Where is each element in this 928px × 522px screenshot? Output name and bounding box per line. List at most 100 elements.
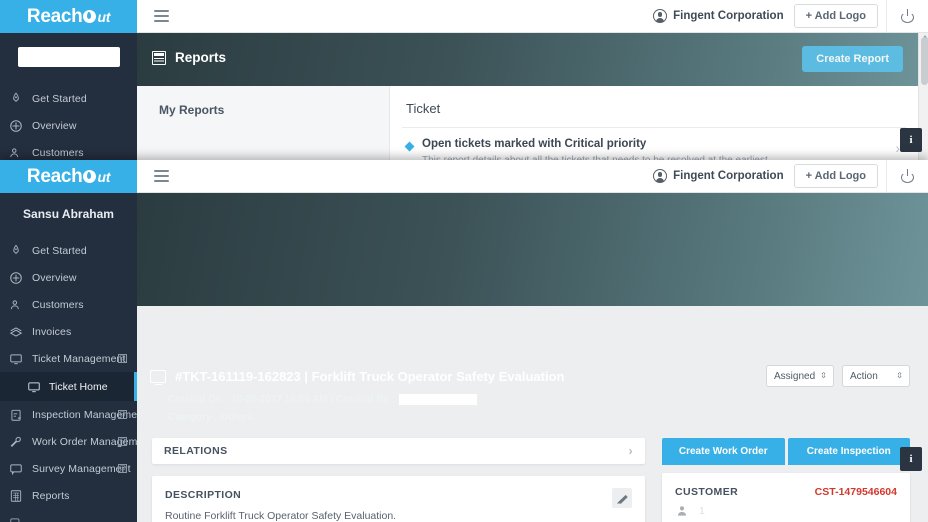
corporation-label[interactable]: Fingent Corporation xyxy=(653,169,784,183)
scrollbar-thumb[interactable] xyxy=(921,37,928,85)
reports-icon xyxy=(10,489,22,502)
relations-bar[interactable]: RELATIONS › xyxy=(152,438,645,464)
description-card: DESCRIPTION Routine Forklift Truck Opera… xyxy=(152,476,645,522)
sidebar-item-label: Reports xyxy=(32,489,70,502)
info-tab-win1[interactable]: i xyxy=(900,128,922,152)
app-screen: Reach ut Fingent Corporation + Add Logo G… xyxy=(0,0,928,522)
brand-logo-win1[interactable]: Reach ut xyxy=(0,0,137,33)
logout-button[interactable] xyxy=(886,0,928,33)
report-title: Open tickets marked with Critical priori… xyxy=(422,138,647,150)
sidebar-item-customers[interactable]: Customers xyxy=(0,291,137,318)
sidebar-item-label: Invoices xyxy=(32,325,72,338)
sidebar-item-inspection-management[interactable]: Inspection Management ⊟ xyxy=(0,401,137,428)
created-by-value xyxy=(398,394,477,405)
page-title-win1: Reports xyxy=(152,50,226,65)
compass-icon xyxy=(10,271,22,284)
logout-button[interactable] xyxy=(886,160,928,193)
add-logo-button[interactable]: + Add Logo xyxy=(793,4,878,28)
sidebar-item-label: Get Started xyxy=(32,244,87,257)
page-title-text: Reports xyxy=(175,50,227,65)
sidebar-win1: Get Started Overview Customers xyxy=(0,33,137,175)
sidebar-item-get-started[interactable]: Get Started xyxy=(0,237,137,264)
brand-text: Reach ut xyxy=(26,165,111,187)
customer-name-row: 1 xyxy=(662,498,910,518)
wrench-icon xyxy=(10,436,21,447)
sidebar-item-get-started[interactable]: Get Started xyxy=(0,85,137,112)
sidebar-item-ticket-home[interactable]: Ticket Home xyxy=(0,372,137,401)
divider xyxy=(402,127,906,128)
vertical-scrollbar[interactable] xyxy=(918,33,928,175)
chat-partial-icon xyxy=(10,517,20,522)
sidebar-win2: Sansu Abraham Get Started Overview Custo… xyxy=(0,193,137,522)
sidebar-subitem-label: Ticket Home xyxy=(49,380,108,393)
sidebar-item-label: Overview xyxy=(32,271,77,284)
compass-icon xyxy=(10,119,22,132)
corporation-name: Fingent Corporation xyxy=(673,10,784,22)
sidebar-item-ticket-management[interactable]: Ticket Management ⊟ xyxy=(0,345,137,372)
expand-toggle-icon[interactable]: ⊟ xyxy=(118,354,127,363)
corporation-label[interactable]: Fingent Corporation xyxy=(653,9,784,23)
create-work-order-button[interactable]: Create Work Order xyxy=(662,438,785,465)
ticket-section-title: Ticket xyxy=(406,101,441,116)
invoices-icon xyxy=(9,326,23,337)
search-input[interactable] xyxy=(17,47,120,67)
customer-name: 1 xyxy=(699,505,705,517)
add-logo-button[interactable]: + Add Logo xyxy=(793,164,878,188)
user-avatar-icon xyxy=(653,9,668,23)
sidebar-item-partial[interactable] xyxy=(0,509,137,522)
brand-logo-win2[interactable]: Reach ut xyxy=(0,160,137,193)
chat-icon xyxy=(10,463,22,475)
page-header-win2 xyxy=(137,193,928,306)
sidebar-item-label: Get Started xyxy=(32,92,87,105)
power-icon xyxy=(901,168,914,183)
sidebar-item-survey-management[interactable]: Survey Management ⊟ xyxy=(0,455,137,482)
expand-toggle-icon[interactable]: ⊟ xyxy=(118,437,127,446)
ticket-created-meta: Created On : 10-26-2017 10.20 AM | Creat… xyxy=(168,394,477,405)
clipboard-check-icon xyxy=(11,409,21,421)
info-tab-win2[interactable]: i xyxy=(900,447,922,471)
chevron-right-icon[interactable]: › xyxy=(629,444,633,458)
monitor-icon xyxy=(10,353,22,364)
sidebar-item-label: Survey Management xyxy=(32,462,131,475)
relations-label: RELATIONS xyxy=(164,445,228,457)
sidebar-item-overview[interactable]: Overview xyxy=(0,112,137,139)
sidebar-item-label: Ticket Management xyxy=(32,352,126,365)
reports-window-background: Reach ut Fingent Corporation + Add Logo G… xyxy=(0,0,928,175)
bullet-icon xyxy=(404,141,415,152)
reports-icon xyxy=(152,50,166,65)
customers-icon xyxy=(10,147,19,157)
sidebar-user-name: Sansu Abraham xyxy=(23,207,114,221)
sidebar-item-reports[interactable]: Reports xyxy=(0,482,137,509)
create-report-button[interactable]: Create Report xyxy=(802,46,903,72)
corporation-name: Fingent Corporation xyxy=(673,170,784,182)
status-select[interactable]: Assigned ⇳ xyxy=(766,365,834,387)
ticket-created-label: Created On : 10-26-2017 10.20 AM | Creat… xyxy=(168,394,395,405)
person-icon xyxy=(677,506,687,516)
action-select[interactable]: Action ⇳ xyxy=(842,365,910,387)
hamburger-icon[interactable] xyxy=(137,10,177,22)
chevron-updown-icon: ⇳ xyxy=(896,371,903,381)
ticket-category: Category : Others xyxy=(168,412,253,423)
sidebar-item-overview[interactable]: Overview xyxy=(0,264,137,291)
sidebar-item-invoices[interactable]: Invoices xyxy=(0,318,137,345)
edit-description-button[interactable] xyxy=(612,488,632,508)
create-inspection-button[interactable]: Create Inspection xyxy=(787,438,910,465)
my-reports-label[interactable]: My Reports xyxy=(137,86,389,117)
description-heading: DESCRIPTION xyxy=(165,489,242,501)
ticket-title-text: #TKT-161119-162823 | Forklift Truck Oper… xyxy=(175,369,565,384)
expand-toggle-icon[interactable]: ⊟ xyxy=(118,410,127,419)
customer-id[interactable]: CST-1479546604 xyxy=(815,486,897,498)
power-icon xyxy=(901,8,914,23)
pencil-icon xyxy=(617,493,627,503)
sidebar-item-work-order-management[interactable]: Work Order Management ⊟ xyxy=(0,428,137,455)
expand-toggle-icon[interactable]: ⊟ xyxy=(118,464,127,473)
status-select-value: Assigned xyxy=(774,370,816,382)
sidebar-item-label: Customers xyxy=(32,298,84,311)
monitor-icon xyxy=(28,381,40,392)
ticket-action-controls: Assigned ⇳ Action ⇳ xyxy=(766,365,910,387)
customers-icon xyxy=(10,299,19,309)
action-select-value: Action xyxy=(850,370,878,382)
brand-text: Reach ut xyxy=(26,5,111,27)
hamburger-icon[interactable] xyxy=(137,170,177,182)
sidebar-item-label: Customers xyxy=(32,146,84,159)
